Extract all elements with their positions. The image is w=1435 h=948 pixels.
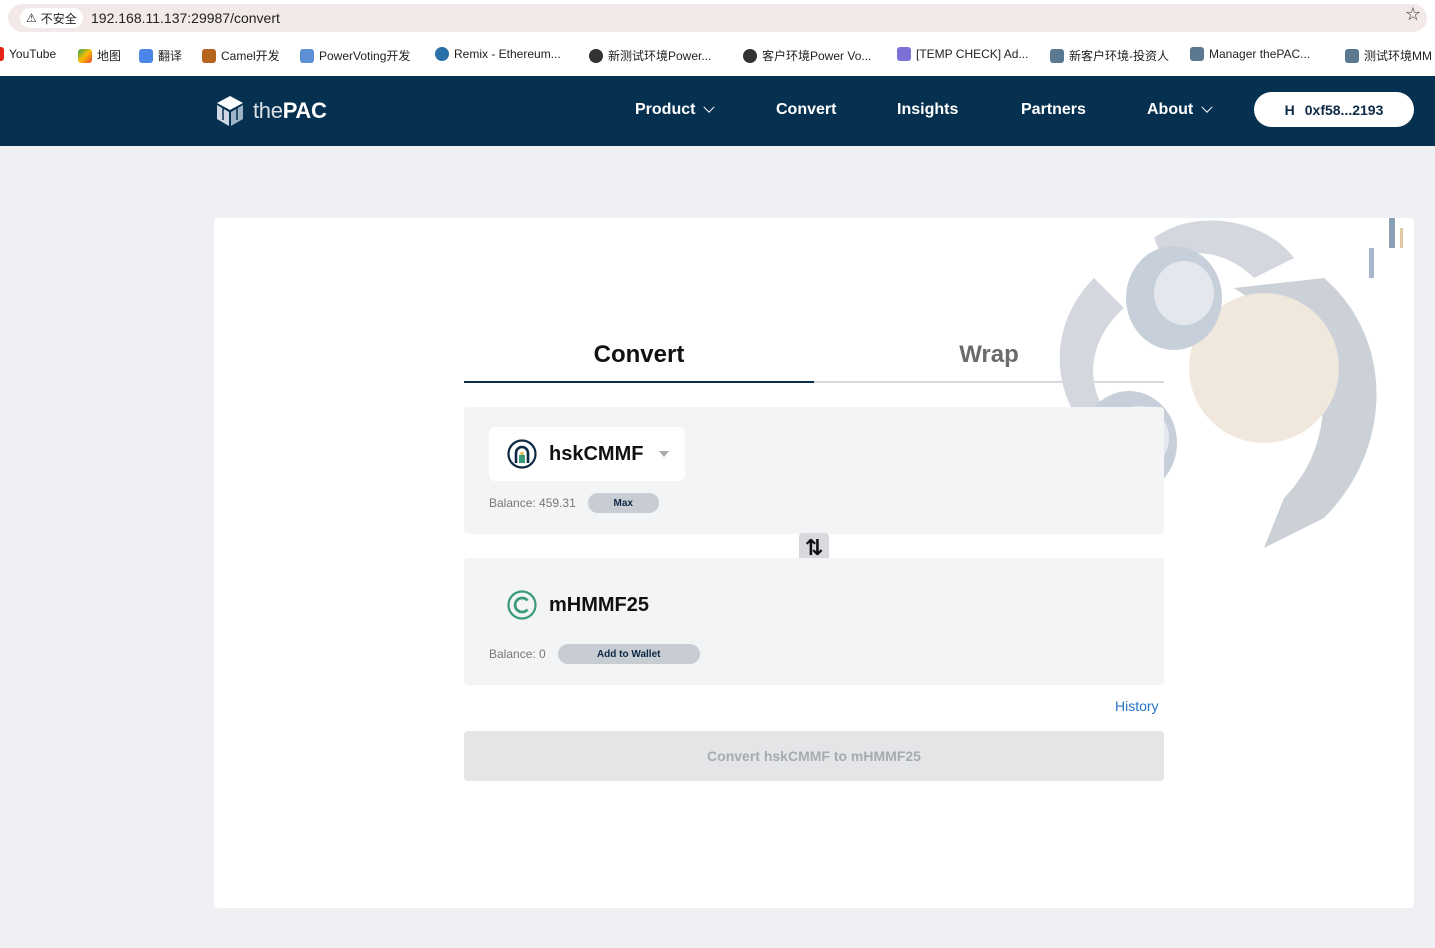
security-indicator[interactable]: ⚠ 不安全 [20, 8, 83, 28]
bookmark-camel[interactable]: Camel开发 [202, 47, 280, 64]
wallet-button[interactable]: H 0xf58...2193 [1254, 92, 1414, 127]
discord-icon [897, 47, 911, 61]
mhmmf25-token-icon [507, 590, 537, 620]
tab-convert[interactable]: Convert [464, 328, 814, 383]
to-token-display: mHMMF25 [507, 590, 649, 620]
bookmark-new-client[interactable]: 新客户环境-投资人 [1050, 47, 1169, 64]
thepac-logo[interactable]: thePAC [213, 94, 327, 128]
nav-about[interactable]: About [1147, 101, 1213, 119]
brand-pac: PAC [282, 98, 327, 123]
nav-product-label: Product [635, 101, 696, 118]
tab-wrap[interactable]: Wrap [814, 328, 1164, 383]
globe-icon [589, 48, 603, 63]
to-token-panel: mHMMF25 Balance: 0 Add to Wallet [464, 558, 1164, 685]
bookmark-test-power[interactable]: 新测试环境Power... [589, 47, 711, 64]
warning-icon: ⚠ [26, 11, 37, 25]
bookmark-star-icon[interactable]: ☆ [1405, 4, 1421, 25]
site-navbar: thePAC Product Convert Insights Partners… [0, 76, 1435, 146]
thepac-icon [1050, 48, 1064, 63]
thepac-icon [1190, 47, 1204, 61]
convert-tabs: Convert Wrap [464, 328, 1164, 383]
security-label: 不安全 [40, 11, 77, 26]
bookmark-label: Remix - Ethereum... [454, 47, 561, 61]
nav-partners-label: Partners [1021, 101, 1086, 118]
bookmark-client-power[interactable]: 客户环境Power Vo... [743, 47, 871, 64]
nav-convert[interactable]: Convert [776, 101, 836, 119]
bookmark-label: 客户环境Power Vo... [762, 49, 872, 63]
history-link[interactable]: History [1115, 698, 1159, 714]
camel-icon [202, 48, 216, 63]
globe-icon [743, 48, 757, 63]
from-token-select[interactable]: hskCMMF [489, 427, 685, 481]
nav-insights[interactable]: Insights [897, 101, 958, 119]
bookmark-label: 新测试环境Power... [608, 49, 712, 63]
bookmark-label: PowerVoting开发 [319, 49, 411, 63]
url-bar[interactable]: ⚠ 不安全 192.168.11.137:29987/convert [8, 4, 1427, 32]
bookmark-test-mm[interactable]: 测试环境MM [1345, 47, 1432, 64]
bookmark-remix[interactable]: Remix - Ethereum... [435, 47, 561, 61]
bookmark-label: Manager thePAC... [1209, 47, 1311, 61]
bookmark-label: 测试环境MM [1364, 49, 1432, 63]
bookmark-translate[interactable]: 翻译 [139, 47, 182, 64]
nav-partners[interactable]: Partners [1021, 101, 1086, 119]
to-balance-row: Balance: 0 Add to Wallet [489, 644, 700, 664]
bookmark-label: Camel开发 [221, 49, 280, 63]
url-text[interactable]: 192.168.11.137:29987/convert [91, 10, 280, 26]
from-token-name: hskCMMF [549, 442, 644, 465]
youtube-icon [0, 47, 4, 61]
bookmarks-bar: YouTube 地图 翻译 Camel开发 PowerVoting开发 Remi… [0, 36, 1435, 76]
wallet-address: 0xf58...2193 [1304, 101, 1384, 118]
chevron-down-icon [703, 101, 716, 113]
powervoting-icon [300, 48, 314, 63]
brand-the: the [253, 98, 283, 123]
translate-icon [139, 48, 153, 63]
bookmark-powervoting[interactable]: PowerVoting开发 [300, 47, 410, 64]
thepac-icon [1345, 48, 1359, 63]
remix-icon [435, 47, 449, 61]
add-to-wallet-button[interactable]: Add to Wallet [557, 644, 700, 664]
maps-icon [78, 48, 92, 63]
hskcmmf-token-icon [507, 439, 537, 469]
from-balance-row: Balance: 459.31 Max [489, 493, 659, 513]
chevron-down-icon [1201, 101, 1213, 113]
bookmark-youtube[interactable]: YouTube [0, 47, 56, 61]
from-balance: Balance: 459.31 [489, 496, 576, 510]
bookmark-label: YouTube [9, 47, 57, 61]
caret-down-icon [659, 451, 670, 457]
convert-card: Convert Wrap hskCMMF Balance: 459.31 Max… [214, 218, 1414, 908]
bookmark-label: 新客户环境-投资人 [1069, 49, 1169, 63]
max-button[interactable]: Max [587, 493, 659, 513]
nav-about-label: About [1147, 101, 1194, 118]
nav-insights-label: Insights [897, 101, 959, 118]
bookmark-label: [TEMP CHECK] Ad... [916, 47, 1029, 61]
bookmark-label: 翻译 [158, 49, 183, 63]
bookmark-temp-check[interactable]: [TEMP CHECK] Ad... [897, 47, 1028, 61]
bookmark-maps[interactable]: 地图 [78, 47, 121, 64]
from-token-panel: hskCMMF Balance: 459.31 Max [464, 407, 1164, 534]
bookmark-manager-thepac[interactable]: Manager thePAC... [1190, 47, 1310, 61]
browser-address-bar: ⚠ 不安全 192.168.11.137:29987/convert ☆ [0, 0, 1435, 36]
bookmark-label: 地图 [97, 49, 122, 63]
nav-product[interactable]: Product [635, 101, 716, 119]
to-balance: Balance: 0 [489, 647, 546, 661]
thepac-cube-icon [217, 96, 243, 126]
nav-convert-label: Convert [776, 101, 837, 118]
hashkey-icon: H [1284, 101, 1295, 118]
to-token-name: mHMMF25 [549, 593, 650, 616]
convert-submit-button[interactable]: Convert hskCMMF to mHMMF25 [464, 731, 1164, 781]
